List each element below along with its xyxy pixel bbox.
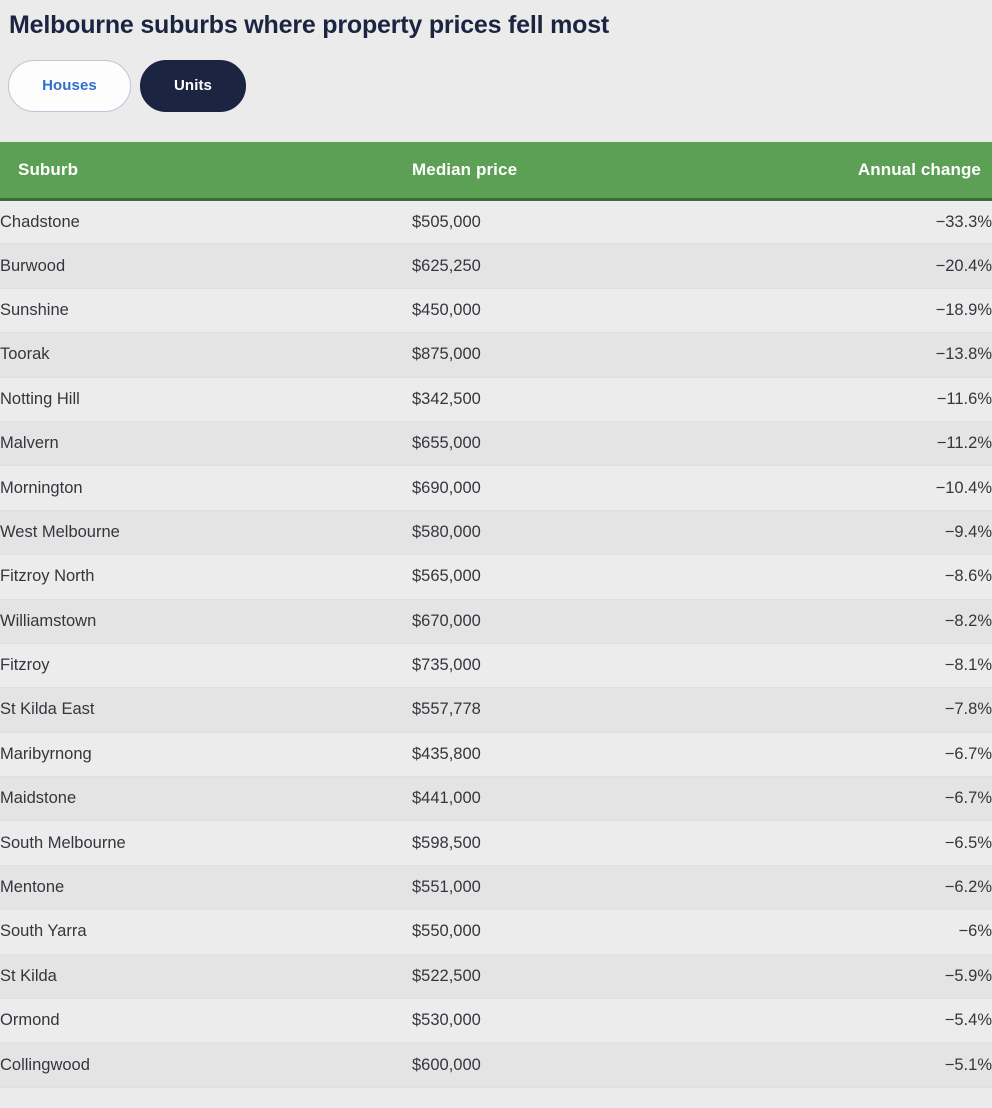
property-type-toggle: Houses Units — [0, 42, 992, 112]
cell-annual-change: −9.4% — [824, 510, 992, 554]
cell-annual-change: −6.5% — [824, 821, 992, 865]
cell-annual-change: −6% — [824, 910, 992, 954]
cell-annual-change: −6.7% — [824, 777, 992, 821]
cell-suburb: Maidstone — [0, 777, 412, 821]
cell-median-price: $551,000 — [412, 865, 824, 909]
cell-annual-change: −6.7% — [824, 732, 992, 776]
cell-annual-change: −18.9% — [824, 288, 992, 332]
cell-median-price: $550,000 — [412, 910, 824, 954]
cell-annual-change: −8.1% — [824, 643, 992, 687]
cell-median-price: $522,500 — [412, 954, 824, 998]
table-row[interactable]: Maidstone$441,000−6.7% — [0, 777, 992, 821]
cell-annual-change: −5.1% — [824, 1043, 992, 1087]
cell-median-price: $557,778 — [412, 688, 824, 732]
cell-suburb: Notting Hill — [0, 377, 412, 421]
cell-suburb: Collingwood — [0, 1043, 412, 1087]
column-header-suburb[interactable]: Suburb — [0, 142, 412, 200]
page-root: Melbourne suburbs where property prices … — [0, 0, 992, 1108]
cell-median-price: $875,000 — [412, 333, 824, 377]
cell-median-price: $530,000 — [412, 999, 824, 1043]
cell-median-price: $565,000 — [412, 555, 824, 599]
cell-annual-change: −7.8% — [824, 688, 992, 732]
suburb-price-table: Suburb Median price Annual change Chadst… — [0, 142, 992, 1088]
cell-annual-change: −13.8% — [824, 333, 992, 377]
cell-median-price: $580,000 — [412, 510, 824, 554]
cell-median-price: $598,500 — [412, 821, 824, 865]
cell-median-price: $450,000 — [412, 288, 824, 332]
table-row[interactable]: Burwood$625,250−20.4% — [0, 244, 992, 288]
cell-suburb: South Melbourne — [0, 821, 412, 865]
table-row[interactable]: Fitzroy$735,000−8.1% — [0, 643, 992, 687]
cell-median-price: $735,000 — [412, 643, 824, 687]
table-body: Chadstone$505,000−33.3%Burwood$625,250−2… — [0, 200, 992, 1088]
table-row[interactable]: Sunshine$450,000−18.9% — [0, 288, 992, 332]
cell-annual-change: −5.9% — [824, 954, 992, 998]
cell-suburb: Mornington — [0, 466, 412, 510]
cell-suburb: Malvern — [0, 421, 412, 465]
table-row[interactable]: St Kilda East$557,778−7.8% — [0, 688, 992, 732]
cell-median-price: $655,000 — [412, 421, 824, 465]
cell-suburb: Williamstown — [0, 599, 412, 643]
table-row[interactable]: Ormond$530,000−5.4% — [0, 999, 992, 1043]
cell-suburb: Sunshine — [0, 288, 412, 332]
cell-annual-change: −5.4% — [824, 999, 992, 1043]
cell-suburb: Fitzroy North — [0, 555, 412, 599]
cell-annual-change: −20.4% — [824, 244, 992, 288]
column-header-median-price[interactable]: Median price — [412, 142, 824, 200]
cell-median-price: $441,000 — [412, 777, 824, 821]
cell-annual-change: −6.2% — [824, 865, 992, 909]
cell-suburb: South Yarra — [0, 910, 412, 954]
cell-suburb: St Kilda East — [0, 688, 412, 732]
cell-median-price: $670,000 — [412, 599, 824, 643]
table-row[interactable]: Williamstown$670,000−8.2% — [0, 599, 992, 643]
cell-annual-change: −11.6% — [824, 377, 992, 421]
table-row[interactable]: South Melbourne$598,500−6.5% — [0, 821, 992, 865]
table-row[interactable]: West Melbourne$580,000−9.4% — [0, 510, 992, 554]
cell-suburb: West Melbourne — [0, 510, 412, 554]
cell-suburb: Burwood — [0, 244, 412, 288]
cell-suburb: St Kilda — [0, 954, 412, 998]
cell-median-price: $435,800 — [412, 732, 824, 776]
table-row[interactable]: Maribyrnong$435,800−6.7% — [0, 732, 992, 776]
toggle-option-units[interactable]: Units — [140, 60, 246, 112]
cell-annual-change: −11.2% — [824, 421, 992, 465]
table-row[interactable]: St Kilda$522,500−5.9% — [0, 954, 992, 998]
cell-suburb: Ormond — [0, 999, 412, 1043]
cell-median-price: $342,500 — [412, 377, 824, 421]
cell-suburb: Fitzroy — [0, 643, 412, 687]
table-row[interactable]: Collingwood$600,000−5.1% — [0, 1043, 992, 1087]
cell-suburb: Maribyrnong — [0, 732, 412, 776]
cell-suburb: Mentone — [0, 865, 412, 909]
cell-suburb: Toorak — [0, 333, 412, 377]
cell-annual-change: −8.6% — [824, 555, 992, 599]
page-title: Melbourne suburbs where property prices … — [0, 0, 992, 42]
column-header-annual-change[interactable]: Annual change — [824, 142, 992, 200]
suburb-price-table-container: Suburb Median price Annual change Chadst… — [0, 142, 992, 1088]
toggle-option-houses[interactable]: Houses — [8, 60, 131, 112]
cell-annual-change: −10.4% — [824, 466, 992, 510]
table-row[interactable]: Toorak$875,000−13.8% — [0, 333, 992, 377]
table-row[interactable]: Fitzroy North$565,000−8.6% — [0, 555, 992, 599]
cell-median-price: $505,000 — [412, 200, 824, 244]
cell-annual-change: −8.2% — [824, 599, 992, 643]
table-header-row: Suburb Median price Annual change — [0, 142, 992, 200]
table-row[interactable]: Mornington$690,000−10.4% — [0, 466, 992, 510]
cell-median-price: $625,250 — [412, 244, 824, 288]
table-row[interactable]: Malvern$655,000−11.2% — [0, 421, 992, 465]
table-header: Suburb Median price Annual change — [0, 142, 992, 200]
table-row[interactable]: Mentone$551,000−6.2% — [0, 865, 992, 909]
cell-annual-change: −33.3% — [824, 200, 992, 244]
cell-suburb: Chadstone — [0, 200, 412, 244]
cell-median-price: $690,000 — [412, 466, 824, 510]
table-row[interactable]: Notting Hill$342,500−11.6% — [0, 377, 992, 421]
table-row[interactable]: South Yarra$550,000−6% — [0, 910, 992, 954]
table-row[interactable]: Chadstone$505,000−33.3% — [0, 200, 992, 244]
cell-median-price: $600,000 — [412, 1043, 824, 1087]
